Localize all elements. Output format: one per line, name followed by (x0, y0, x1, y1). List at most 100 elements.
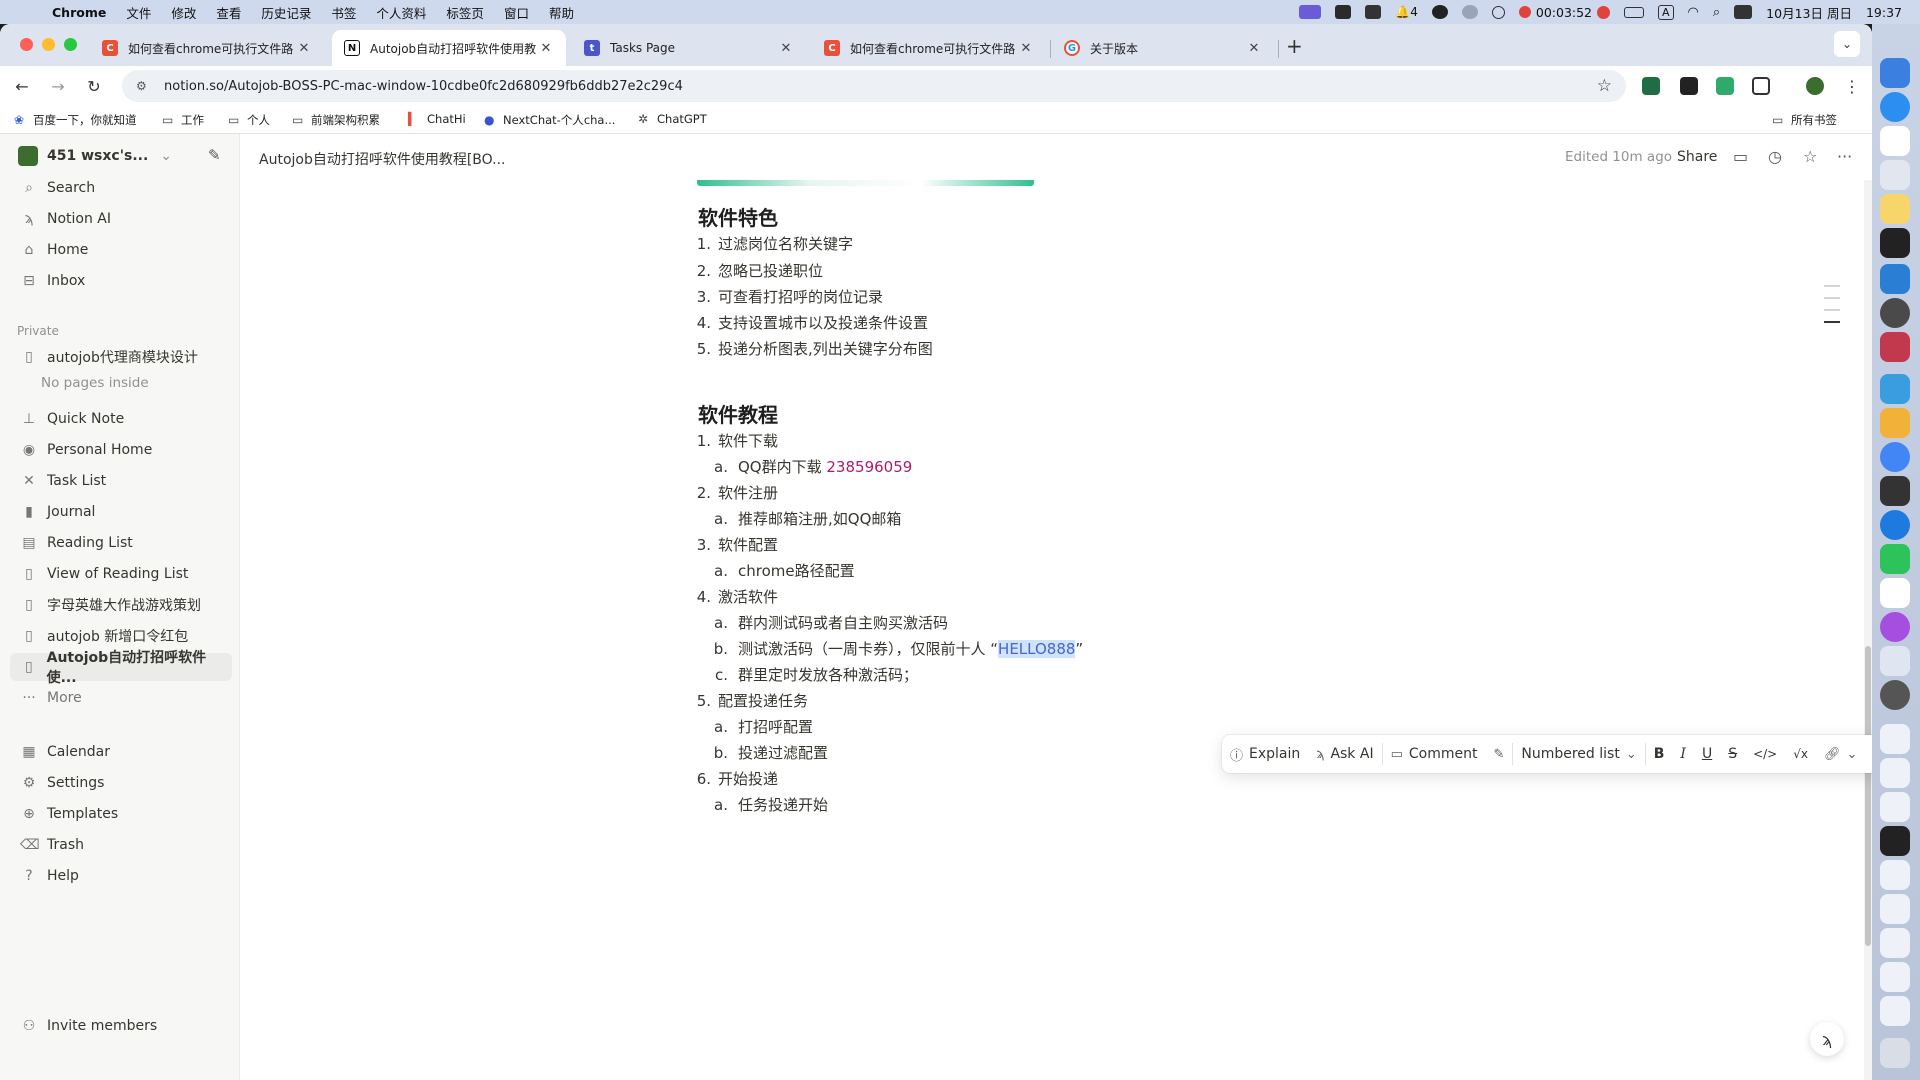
page-more-icon[interactable]: ··· (1837, 147, 1852, 166)
finder-dock-icon[interactable] (1880, 58, 1910, 88)
window-thumb-dock-icon[interactable] (1880, 724, 1910, 754)
profile-avatar[interactable] (1806, 77, 1824, 95)
feature-item[interactable]: 2. 忽略已投递职位 (687, 260, 823, 281)
feature-item[interactable]: 1. 过滤岗位名称关键字 (687, 233, 853, 254)
address-bar[interactable]: ⚙ notion.so/Autojob-BOSS-PC-mac-window-1… (122, 70, 1626, 102)
record-pause-icon[interactable] (1597, 5, 1611, 19)
step-item[interactable]: 1. 软件下载 (687, 430, 778, 451)
image-app-icon[interactable] (1365, 5, 1382, 19)
italic-button[interactable]: I (1672, 735, 1694, 773)
tab-tasks-page[interactable]: t Tasks Page ✕ (572, 30, 806, 66)
incognito-extension-icon[interactable] (1680, 77, 1698, 95)
sidebar-item-red-packet[interactable]: ▯ autojob 新增口令红包 (10, 622, 232, 650)
sub-step-item[interactable]: a. 推荐邮箱注册,如QQ邮箱 (710, 508, 901, 529)
history-clock-icon[interactable]: ◷ (1768, 147, 1782, 166)
menu-window[interactable]: 窗口 (504, 3, 529, 22)
underline-button[interactable]: U (1694, 735, 1720, 773)
strikethrough-button[interactable]: S (1720, 735, 1745, 773)
breadcrumb[interactable]: Autojob自动打招呼软件使用教程[BO... (259, 149, 505, 169)
sidebar-item-search[interactable]: ⌕ Search (10, 174, 232, 202)
tab-close-icon[interactable]: ✕ (296, 41, 312, 56)
inline-code-button[interactable]: </> (1745, 735, 1785, 773)
tab-search-chevron-icon[interactable]: ⌄ (1834, 31, 1860, 57)
tab-close-icon[interactable]: ✕ (778, 41, 794, 56)
reload-icon[interactable]: ↻ (82, 74, 106, 98)
menu-file[interactable]: 文件 (126, 3, 151, 22)
input-method-indicator[interactable]: A (1658, 4, 1674, 20)
sidebar-item-help[interactable]: ? Help (10, 862, 232, 890)
menu-history[interactable]: 历史记录 (261, 3, 311, 22)
wifi-icon[interactable]: ◠ (1688, 5, 1699, 20)
excel-extension-icon[interactable] (1642, 77, 1660, 95)
block-type-dropdown[interactable]: Numbered list ⌄ (1513, 735, 1644, 773)
sidebar-item-quick-note[interactable]: ⊥ Quick Note (10, 405, 232, 433)
menu-time[interactable]: 19:37 (1866, 5, 1902, 20)
bookmark-folder-work[interactable]: ▭ 工作 (162, 112, 204, 128)
step-item[interactable]: 5. 配置投递任务 (687, 690, 808, 711)
sidebar-item-settings[interactable]: ⚙ Settings (10, 769, 232, 797)
feature-item[interactable]: 5. 投递分析图表,列出关键字分布图 (687, 338, 933, 359)
sub-step-item[interactable]: a. 打招呼配置 (710, 716, 813, 737)
menu-date[interactable]: 10月13日 周日 (1766, 3, 1852, 22)
vivaldi-dock-icon[interactable] (1880, 612, 1910, 642)
heading-tutorial[interactable]: 软件教程 (698, 399, 778, 428)
word-icon[interactable] (1335, 5, 1352, 19)
address-url[interactable]: notion.so/Autojob-BOSS-PC-mac-window-10c… (164, 79, 683, 94)
scrollbar-thumb[interactable] (1865, 646, 1871, 946)
suggest-edit-button[interactable]: ✎ (1485, 735, 1512, 773)
sidebar-item-autojob-tutorial[interactable]: ▯ Autojob自动打招呼软件使... (10, 650, 232, 686)
sub-step-item[interactable]: a. chrome路径配置 (710, 560, 855, 581)
favorite-star-icon[interactable]: ☆ (1803, 147, 1817, 166)
window-thumb-dock-icon[interactable] (1880, 860, 1910, 890)
extensions-puzzle-icon[interactable] (1752, 77, 1770, 95)
text-color-button[interactable]: ⌄ (1865, 735, 1872, 773)
qq-dock-icon[interactable] (1880, 578, 1910, 608)
site-info-icon[interactable]: ⚙ (136, 79, 150, 93)
sidebar-item-reading-list[interactable]: ▤ Reading List (10, 529, 232, 557)
heading-features[interactable]: 软件特色 (698, 202, 778, 231)
ask-ai-button[interactable]: ϡ Ask AI (1308, 735, 1381, 773)
feature-item[interactable]: 3. 可查看打招呼的岗位记录 (687, 286, 883, 307)
bookmark-folder-personal[interactable]: ▭ 个人 (228, 112, 270, 128)
sub-step-item[interactable]: a. 群内测试码或者自主购买激活码 (710, 612, 948, 633)
app-dock-icon[interactable] (1880, 332, 1910, 362)
bookmark-baidu[interactable]: ❀ 百度一下，你就知道 (14, 112, 137, 128)
rocket-dock-icon[interactable] (1880, 646, 1910, 676)
sidebar-item-calendar[interactable]: ▦ Calendar (10, 738, 232, 766)
sidebar-item-view-reading-list[interactable]: ▯ View of Reading List (10, 560, 232, 588)
window-thumb-dock-icon[interactable] (1880, 996, 1910, 1026)
menu-edit[interactable]: 修改 (171, 3, 196, 22)
sidebar-item-trash[interactable]: ⌫ Trash (10, 831, 232, 859)
menu-view[interactable]: 查看 (216, 3, 241, 22)
wechat-status-icon[interactable] (1431, 5, 1448, 19)
close-window-icon[interactable] (20, 38, 33, 51)
window-thumb-dock-icon[interactable] (1880, 928, 1910, 958)
system-dock-icon[interactable] (1880, 680, 1910, 710)
sub-step-item[interactable]: b. 测试激活码（一周卡券），仅限前十人 “HELLO888” (710, 638, 1083, 659)
tab-chrome-path-2[interactable]: C 如何查看chrome可执行文件路 ✕ (812, 30, 1046, 66)
toc-mark[interactable] (1824, 285, 1840, 287)
share-button[interactable]: Share (1677, 149, 1717, 165)
workspace-switcher[interactable]: 451 wsxc's... ⌄ (18, 146, 172, 166)
screen-share-icon[interactable] (1299, 5, 1322, 19)
spotlight-icon[interactable]: ⌕ (1713, 5, 1720, 20)
sidebar-item-autojob-agent[interactable]: ▯ autojob代理商模块设计 (10, 343, 232, 371)
sidebar-item-journal[interactable]: ▮ Journal (10, 498, 232, 526)
sidebar-item-home[interactable]: ⌂ Home (10, 236, 232, 264)
selected-activation-code[interactable]: HELLO888 (998, 640, 1076, 658)
control-center-icon[interactable] (1734, 5, 1753, 19)
math-button[interactable]: √x (1785, 735, 1816, 773)
tab-chrome-path-1[interactable]: C 如何查看chrome可执行文件路 ✕ (90, 30, 324, 66)
toc-mark-active[interactable] (1824, 321, 1840, 323)
maximize-window-icon[interactable] (64, 38, 77, 51)
drop-icon[interactable] (1461, 5, 1478, 19)
maps-dock-icon[interactable] (1880, 510, 1910, 540)
record-stop-icon[interactable] (1518, 6, 1531, 18)
battery-icon[interactable] (1624, 6, 1645, 18)
window-thumb-dock-icon[interactable] (1880, 962, 1910, 992)
sidebar-item-templates[interactable]: ⊕ Templates (10, 800, 232, 828)
forward-arrow-icon[interactable]: → (46, 74, 70, 98)
sidebar-item-more[interactable]: ··· More (10, 684, 232, 712)
bold-button[interactable]: B (1646, 735, 1673, 773)
photo-dock-icon[interactable] (1880, 476, 1910, 506)
